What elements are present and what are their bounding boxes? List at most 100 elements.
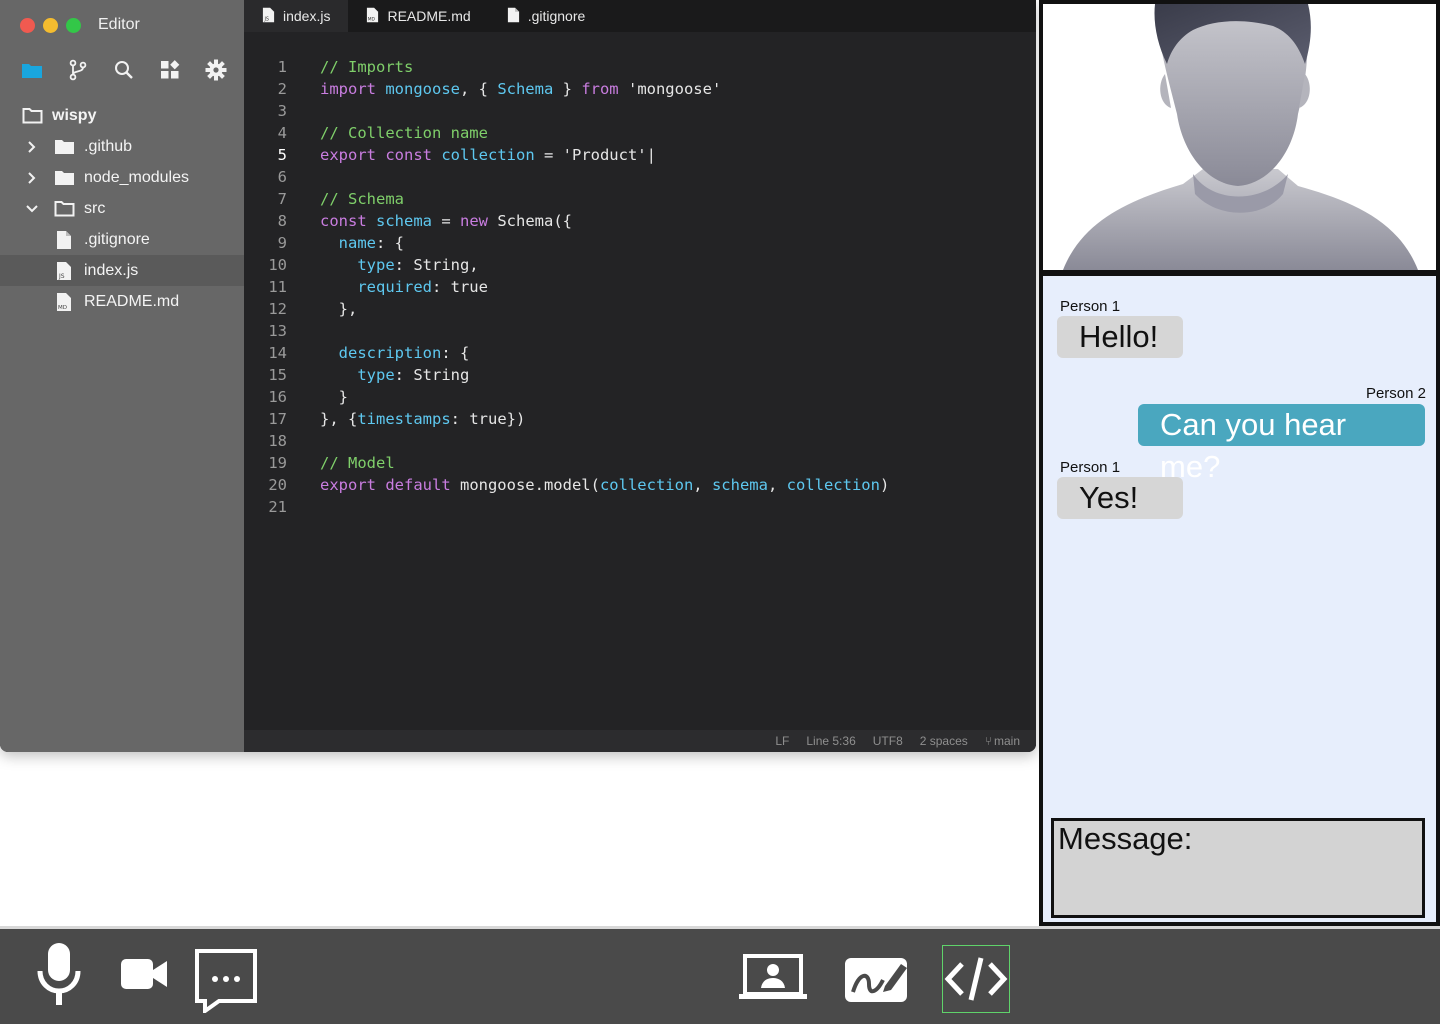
js-file-icon: JS <box>262 7 275 26</box>
tree-item-label: index.js <box>84 261 139 279</box>
code-line[interactable]: 6 <box>244 166 1036 188</box>
line-number: 19 <box>268 454 287 472</box>
code-text: // Schema <box>320 188 404 210</box>
editor-window: Editor wispy .github node_modules src .g… <box>0 0 1036 752</box>
screen-share-button[interactable] <box>736 951 810 1005</box>
code-editor-button[interactable] <box>942 945 1010 1013</box>
code-area[interactable]: 1 // Imports 2 import mongoose, { Schema } … <box>244 56 1036 518</box>
whiteboard-button[interactable] <box>842 951 910 1005</box>
status-indentation[interactable]: 2 spaces <box>920 734 968 748</box>
code-text: } <box>320 386 348 408</box>
code-line[interactable]: 11 required: true <box>244 276 1036 298</box>
tree-item-label: wispy <box>52 106 97 124</box>
folder-icon <box>53 168 75 188</box>
code-line[interactable]: 20 export default mongoose.model(collecti… <box>244 474 1036 496</box>
line-number: 10 <box>268 256 287 274</box>
code-line[interactable]: 8 const schema = new Schema({ <box>244 210 1036 232</box>
code-line[interactable]: 19 // Model <box>244 452 1036 474</box>
code-line[interactable]: 18 <box>244 430 1036 452</box>
tab-readme[interactable]: MD README.md <box>348 0 488 32</box>
folder-icon <box>53 137 75 157</box>
line-number: 5 <box>277 146 287 164</box>
sidebar-toolbar <box>20 58 228 82</box>
minimize-window-button[interactable] <box>43 18 58 33</box>
line-number: 16 <box>268 388 287 406</box>
code-token: , <box>693 476 712 494</box>
microphone-button[interactable] <box>30 939 88 1009</box>
code-token: , { <box>459 80 498 98</box>
line-number: 3 <box>277 102 287 120</box>
chevron-down-icon[interactable] <box>25 202 39 216</box>
code-text: // Collection name <box>320 122 488 144</box>
chat-icon <box>195 949 257 1013</box>
git-branch-icon[interactable] <box>66 58 90 82</box>
code-token: }, <box>320 300 358 318</box>
code-line[interactable]: 16 } <box>244 386 1036 408</box>
message-sender: Person 2 <box>1365 385 1426 402</box>
code-line[interactable]: 10 type: String, <box>244 254 1036 276</box>
gear-icon[interactable] <box>204 58 228 82</box>
status-branch[interactable]: ⑂ main <box>985 734 1020 748</box>
code-token: // Model <box>320 454 395 472</box>
line-number: 21 <box>268 498 287 516</box>
code-line[interactable]: 12 }, <box>244 298 1036 320</box>
tab-index-js[interactable]: JS index.js <box>244 0 349 32</box>
status-encoding[interactable]: UTF8 <box>873 734 903 748</box>
maximize-window-button[interactable] <box>66 18 81 33</box>
message-input[interactable]: Message: <box>1051 818 1425 918</box>
code-token: required <box>357 278 432 296</box>
code-line[interactable]: 3 <box>244 100 1036 122</box>
code-line[interactable]: 5 export const collection = 'Product'| <box>244 144 1036 166</box>
camera-button[interactable] <box>118 949 170 999</box>
extensions-icon[interactable] <box>158 58 182 82</box>
code-text: export const collection = 'Product'| <box>320 144 656 166</box>
tab-label: index.js <box>283 8 331 24</box>
md-file-icon: MD <box>53 292 75 312</box>
code-line[interactable]: 21 <box>244 496 1036 518</box>
line-number: 9 <box>277 234 287 252</box>
tree-item-label: src <box>84 199 106 217</box>
svg-text:MD: MD <box>368 16 376 22</box>
tree-item-index-js[interactable]: JS index.js <box>0 255 244 286</box>
code-line[interactable]: 13 <box>244 320 1036 342</box>
tree-item-gitignore[interactable]: .gitignore <box>0 224 244 255</box>
screen-share-icon <box>739 954 807 999</box>
code-token: }, { <box>320 410 358 428</box>
tree-item-readme[interactable]: MD README.md <box>0 286 244 317</box>
tree-item-github[interactable]: .github <box>0 131 244 162</box>
line-number: 12 <box>268 300 287 318</box>
code-line[interactable]: 9 name: { <box>244 232 1036 254</box>
microphone-icon <box>37 943 81 1005</box>
code-token: : { <box>441 344 470 362</box>
chevron-right-icon[interactable] <box>25 171 39 185</box>
tab-label: README.md <box>387 8 471 24</box>
code-line[interactable]: 2 import mongoose, { Schema } from 'mongo… <box>244 78 1036 100</box>
code-line[interactable]: 1 // Imports <box>244 56 1036 78</box>
code-line[interactable]: 7 // Schema <box>244 188 1036 210</box>
tree-item-wispy[interactable]: wispy <box>0 100 244 131</box>
code-line[interactable]: 17}, {timestamps: true}) <box>244 408 1036 430</box>
tree-item-label: node_modules <box>84 168 189 186</box>
status-cursor-position[interactable]: Line 5:36 <box>806 734 855 748</box>
close-window-button[interactable] <box>20 18 35 33</box>
status-eol[interactable]: LF <box>775 734 789 748</box>
search-icon[interactable] <box>112 58 136 82</box>
tree-item-src[interactable]: src <box>0 193 244 224</box>
code-text: // Model <box>320 452 395 474</box>
code-token: // Collection name <box>320 124 488 142</box>
code-line[interactable]: 4 // Collection name <box>244 122 1036 144</box>
chevron-right-icon[interactable] <box>25 140 39 154</box>
tab-gitignore[interactable]: .gitignore <box>489 0 604 32</box>
folder-open-icon <box>21 106 43 126</box>
message-sender: Person 1 <box>1060 459 1121 476</box>
md-file-icon: MD <box>366 7 379 26</box>
code-token: timestamps <box>357 410 451 428</box>
message-input-label: Message: <box>1058 821 1193 856</box>
code-line[interactable]: 14 description: { <box>244 342 1036 364</box>
folder-icon[interactable] <box>20 58 44 82</box>
js-file-icon: JS <box>53 261 75 281</box>
code-token: : { <box>376 234 404 252</box>
code-line[interactable]: 15 type: String <box>244 364 1036 386</box>
chat-button[interactable] <box>192 947 260 1013</box>
tree-item-node-modules[interactable]: node_modules <box>0 162 244 193</box>
